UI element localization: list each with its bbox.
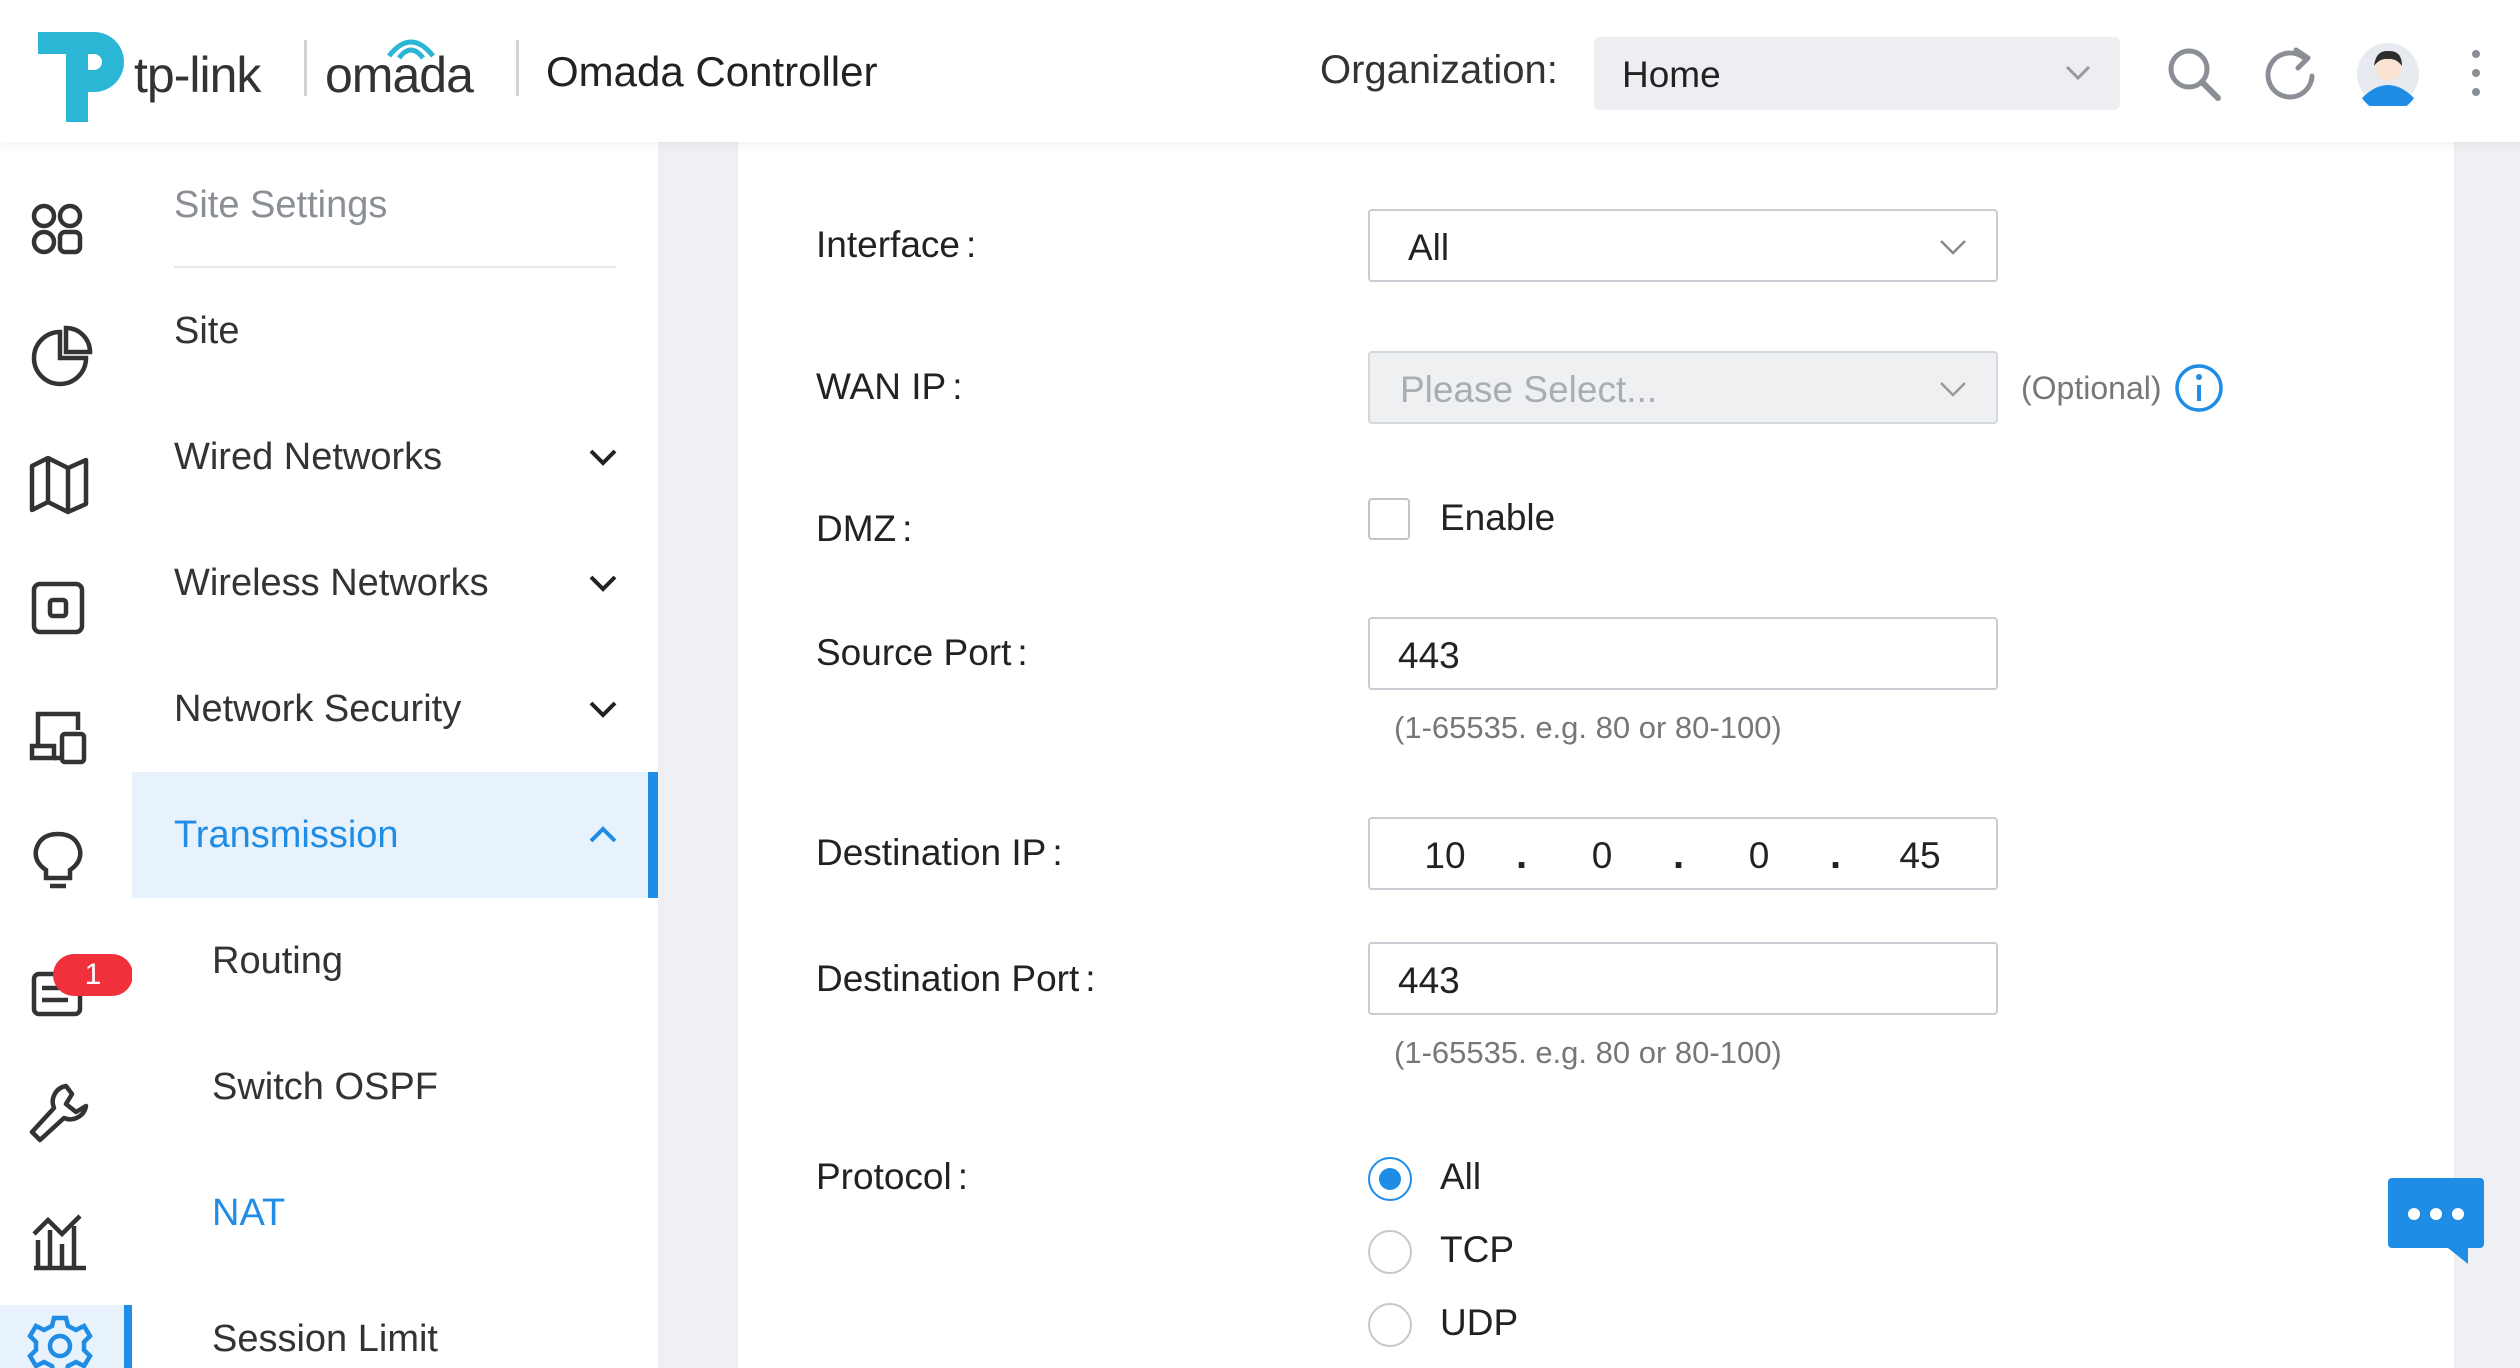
menu-item-label: Transmission [174, 814, 399, 856]
tp-link-logo [38, 32, 124, 122]
brand-omada: omada [325, 47, 474, 103]
brand-tplink: tp-link [134, 47, 261, 103]
organization-label: Organization: [1320, 48, 1558, 92]
protocol-all-radio[interactable] [1368, 1157, 1412, 1201]
menu-item-transmission[interactable]: Transmission [132, 772, 658, 898]
ip-octet-1[interactable]: 10 [1400, 835, 1490, 877]
sub-item-label: Session Limit [212, 1318, 438, 1360]
top-header: tp-link omada Omada Controller Organizat… [0, 0, 2520, 142]
dashboard-icon[interactable] [24, 196, 96, 268]
wan-ip-label: WAN IP: [816, 366, 963, 407]
protocol-udp-label: UDP [1440, 1302, 1519, 1343]
avatar[interactable] [2356, 42, 2420, 106]
chevron-down-icon [2065, 65, 2091, 81]
protocol-tcp-radio[interactable] [1368, 1230, 1412, 1274]
menu-header: Site Settings [174, 184, 388, 226]
clients-icon[interactable] [24, 700, 96, 772]
source-port-hint: (1-65535. e.g. 80 or 80-100) [1394, 710, 1782, 745]
ip-dot: . [1673, 833, 1685, 877]
menu-item-label: Wireless Networks [174, 562, 489, 604]
sub-item-switch-ospf[interactable]: Switch OSPF [132, 1024, 658, 1150]
destination-port-hint: (1-65535. e.g. 80 or 80-100) [1394, 1035, 1782, 1070]
sub-item-label: NAT [212, 1192, 286, 1234]
info-icon[interactable] [2174, 363, 2224, 413]
wan-ip-placeholder: Please Select... [1400, 369, 1658, 410]
menu-item-wired-networks[interactable]: Wired Networks [132, 394, 658, 520]
omada-logo: omada [325, 34, 485, 104]
chevron-down-icon [1940, 382, 1966, 397]
menu-item-label: Network Security [174, 688, 462, 730]
organization-value: Home [1622, 54, 1721, 95]
ip-octet-4[interactable]: 45 [1875, 835, 1965, 877]
dmz-label: DMZ: [816, 508, 913, 549]
protocol-all-label: All [1440, 1156, 1482, 1197]
chat-button[interactable] [2386, 1174, 2486, 1266]
protocol-udp-radio[interactable] [1368, 1303, 1412, 1347]
optional-hint: (Optional) [2021, 370, 2162, 406]
sub-item-nat[interactable]: NAT [132, 1150, 658, 1276]
nat-rule-form: Interface: All WAN IP: Please Select... … [738, 142, 2454, 1368]
source-port-label: Source Port: [816, 632, 1028, 673]
ip-dot: . [1516, 833, 1528, 877]
chevron-up-icon [589, 826, 617, 843]
sub-item-routing[interactable]: Routing [132, 898, 658, 1024]
menu-item-wireless-networks[interactable]: Wireless Networks [132, 520, 658, 646]
sub-item-label: Switch OSPF [212, 1066, 438, 1108]
dmz-enable-checkbox[interactable] [1368, 498, 1410, 540]
rail-active-indicator [124, 1305, 132, 1368]
destination-ip-label: Destination IP: [816, 832, 1063, 873]
settings-icon[interactable] [24, 1310, 96, 1368]
wan-ip-select[interactable]: Please Select... [1368, 351, 1998, 424]
chevron-down-icon [589, 575, 617, 592]
ip-octet-3[interactable]: 0 [1714, 835, 1804, 877]
active-indicator [648, 772, 658, 898]
interface-select[interactable]: All [1368, 209, 1998, 282]
sub-item-session-limit[interactable]: Session Limit [132, 1276, 658, 1368]
destination-ip-input[interactable]: 10 . 0 . 0 . 45 [1368, 817, 1998, 890]
ip-octet-2[interactable]: 0 [1557, 835, 1647, 877]
destination-port-value: 443 [1398, 960, 1460, 1001]
map-icon[interactable] [24, 448, 96, 520]
header-separator [516, 40, 519, 96]
destination-port-input[interactable]: 443 [1368, 942, 1998, 1015]
chevron-down-icon [1940, 240, 1966, 255]
protocol-label: Protocol: [816, 1156, 969, 1197]
ip-dot: . [1830, 833, 1842, 877]
devices-icon[interactable] [24, 574, 96, 646]
sub-item-label: Routing [212, 940, 343, 982]
reports-icon[interactable] [24, 1204, 96, 1276]
menu-item-network-security[interactable]: Network Security [132, 646, 658, 772]
source-port-value: 443 [1398, 635, 1460, 676]
menu-item-label: Wired Networks [174, 436, 443, 478]
organization-select[interactable]: Home [1594, 37, 2120, 110]
notification-badge: 1 [53, 954, 133, 996]
more-vertical-icon[interactable] [2464, 48, 2488, 98]
insight-icon[interactable] [24, 826, 96, 898]
refresh-icon[interactable] [2260, 44, 2320, 104]
protocol-tcp-label: TCP [1440, 1229, 1514, 1270]
chevron-down-icon [589, 701, 617, 718]
dmz-enable-label: Enable [1440, 497, 1556, 538]
menu-item-site[interactable]: Site [132, 268, 658, 394]
menu-item-label: Site [174, 310, 240, 352]
destination-port-label: Destination Port: [816, 958, 1096, 999]
statistics-icon[interactable] [24, 322, 96, 394]
source-port-input[interactable]: 443 [1368, 617, 1998, 690]
interface-value: All [1408, 227, 1450, 268]
tools-icon[interactable] [24, 1078, 96, 1150]
interface-label: Interface: [816, 224, 977, 265]
app-title: Omada Controller [546, 48, 878, 95]
settings-menu: Site Settings Site Wired Networks Wirele… [132, 142, 658, 1368]
header-separator [304, 40, 307, 96]
search-icon[interactable] [2164, 44, 2224, 104]
chevron-down-icon [589, 449, 617, 466]
